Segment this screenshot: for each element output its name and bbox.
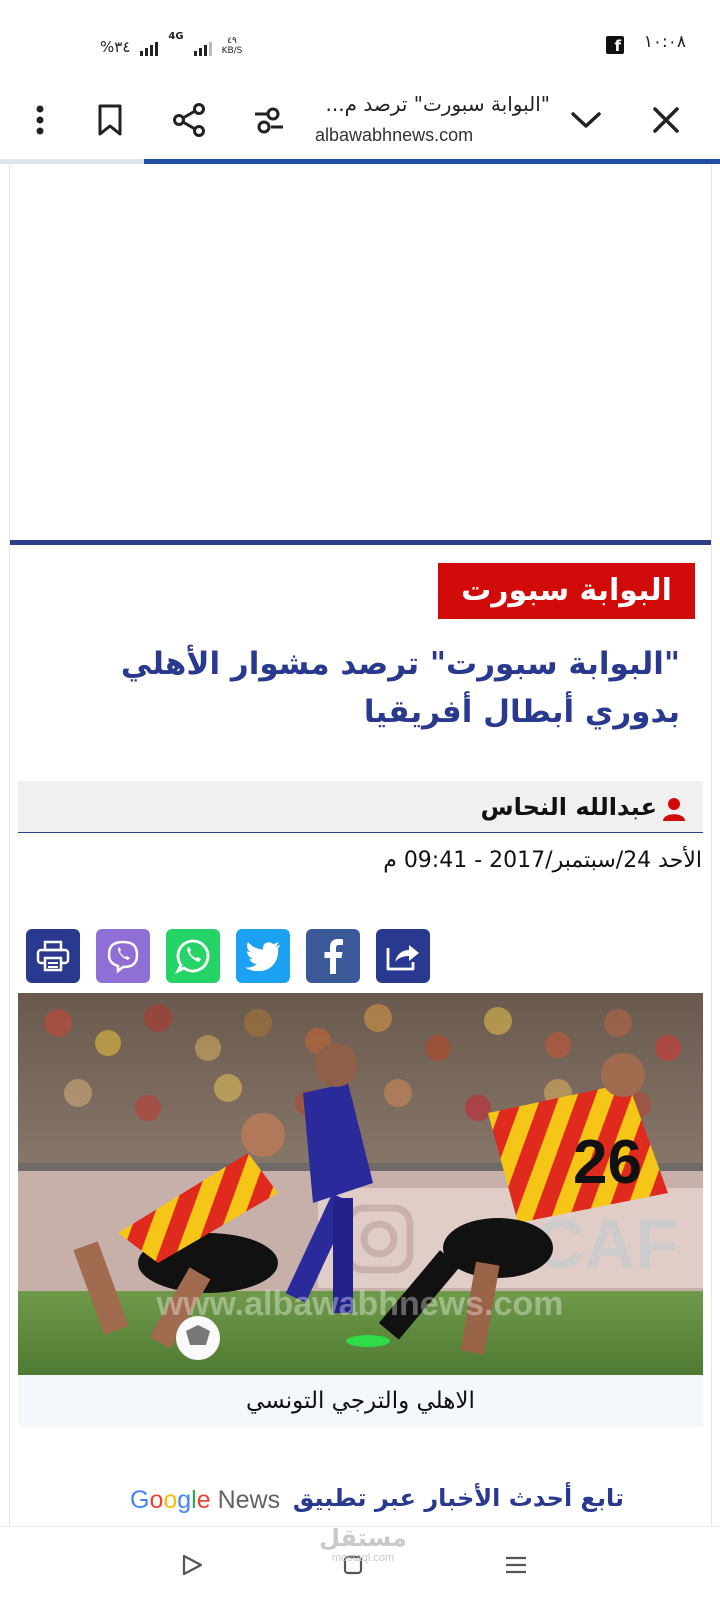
signal-strength-icon-2 bbox=[193, 40, 212, 56]
author-box: عبدالله النحاس bbox=[18, 781, 703, 833]
status-indicators: %٣٤ 4G ٤٩ KB/S bbox=[100, 32, 242, 56]
status-bar: %٣٤ 4G ٤٩ KB/S f ١٠:٠٨ bbox=[0, 0, 720, 80]
page-title: "البوابة سبورت" ترصد م... bbox=[325, 92, 550, 116]
article-date: الأحد 24/سبتمبر/2017 - 09:41 م bbox=[383, 848, 702, 873]
viber-icon bbox=[107, 940, 139, 973]
google-news-logo[interactable]: Google News bbox=[130, 1486, 280, 1515]
author-name[interactable]: عبدالله النحاس bbox=[481, 793, 657, 821]
google-wordmark: Google bbox=[130, 1486, 211, 1514]
watermark-main: مستقل bbox=[319, 1524, 407, 1552]
whatsapp-icon bbox=[175, 939, 210, 974]
article-headline: "البوابة سبورت" ترصد مشوار الأهلي بدوري … bbox=[120, 646, 680, 730]
browser-toolbar: "البوابة سبورت" ترصد م... albawabhnews.c… bbox=[0, 80, 720, 160]
share-page-button[interactable] bbox=[167, 98, 211, 142]
network-speed-value: ٤٩ bbox=[227, 36, 237, 46]
section-divider bbox=[10, 540, 711, 545]
network-type: 4G bbox=[168, 31, 184, 42]
mostaql-watermark: مستقل mostaql.com bbox=[318, 1524, 408, 1564]
share-buttons bbox=[26, 929, 436, 983]
menu-lines-icon bbox=[506, 1556, 526, 1574]
facebook-share-button[interactable] bbox=[306, 929, 360, 983]
battery-level: %٣٤ bbox=[100, 38, 131, 56]
signal-strength-icon bbox=[140, 40, 159, 56]
facebook-icon: f bbox=[606, 36, 624, 54]
svg-text:26: 26 bbox=[573, 1128, 642, 1197]
svg-text:CAF: CAF bbox=[534, 1205, 678, 1283]
bookmark-button[interactable] bbox=[88, 98, 132, 142]
close-icon bbox=[653, 107, 679, 133]
facebook-icon bbox=[324, 939, 343, 974]
tune-icon bbox=[255, 107, 283, 134]
expand-button[interactable] bbox=[564, 98, 608, 142]
user-icon bbox=[663, 798, 685, 821]
article-image[interactable]: CAF 26 www.albawabhnews.com bbox=[18, 993, 703, 1375]
ad-space bbox=[10, 164, 711, 540]
page-url[interactable]: albawabhnews.com bbox=[315, 125, 473, 146]
chevron-down-icon bbox=[571, 112, 601, 128]
category-badge[interactable]: البوابة سبورت bbox=[438, 563, 695, 619]
news-wordmark: News bbox=[217, 1486, 281, 1514]
more-options-button[interactable] bbox=[18, 98, 62, 142]
share-icon bbox=[173, 103, 205, 137]
viber-share-button[interactable] bbox=[96, 929, 150, 983]
close-button[interactable] bbox=[644, 98, 688, 142]
bookmark-icon bbox=[98, 104, 122, 136]
whatsapp-share-button[interactable] bbox=[166, 929, 220, 983]
print-button[interactable] bbox=[26, 929, 80, 983]
recents-nav-button[interactable] bbox=[496, 1545, 536, 1585]
network-speed-unit: KB/S bbox=[221, 46, 243, 56]
share-button[interactable] bbox=[376, 929, 430, 983]
image-watermark: www.albawabhnews.com bbox=[156, 1285, 564, 1323]
page-settings-button[interactable] bbox=[247, 98, 291, 142]
follow-google-news-text[interactable]: تابع أحدث الأخبار عبر تطبيق bbox=[293, 1484, 624, 1512]
triangle-back-icon bbox=[182, 1554, 203, 1576]
more-vertical-icon bbox=[36, 105, 44, 135]
status-time: ١٠:٠٨ bbox=[643, 32, 686, 52]
image-caption: الاهلي والترجي التونسي bbox=[18, 1375, 703, 1427]
back-nav-button[interactable] bbox=[172, 1545, 212, 1585]
watermark-sub: mostaql.com bbox=[331, 1552, 395, 1564]
printer-icon bbox=[36, 940, 70, 972]
twitter-share-button[interactable] bbox=[236, 929, 290, 983]
twitter-icon bbox=[245, 942, 280, 971]
share-arrow-icon bbox=[386, 945, 419, 971]
football-match-photo: CAF 26 www.albawabhnews.com bbox=[18, 993, 703, 1375]
network-speed: ٤٩ KB/S bbox=[222, 36, 243, 56]
